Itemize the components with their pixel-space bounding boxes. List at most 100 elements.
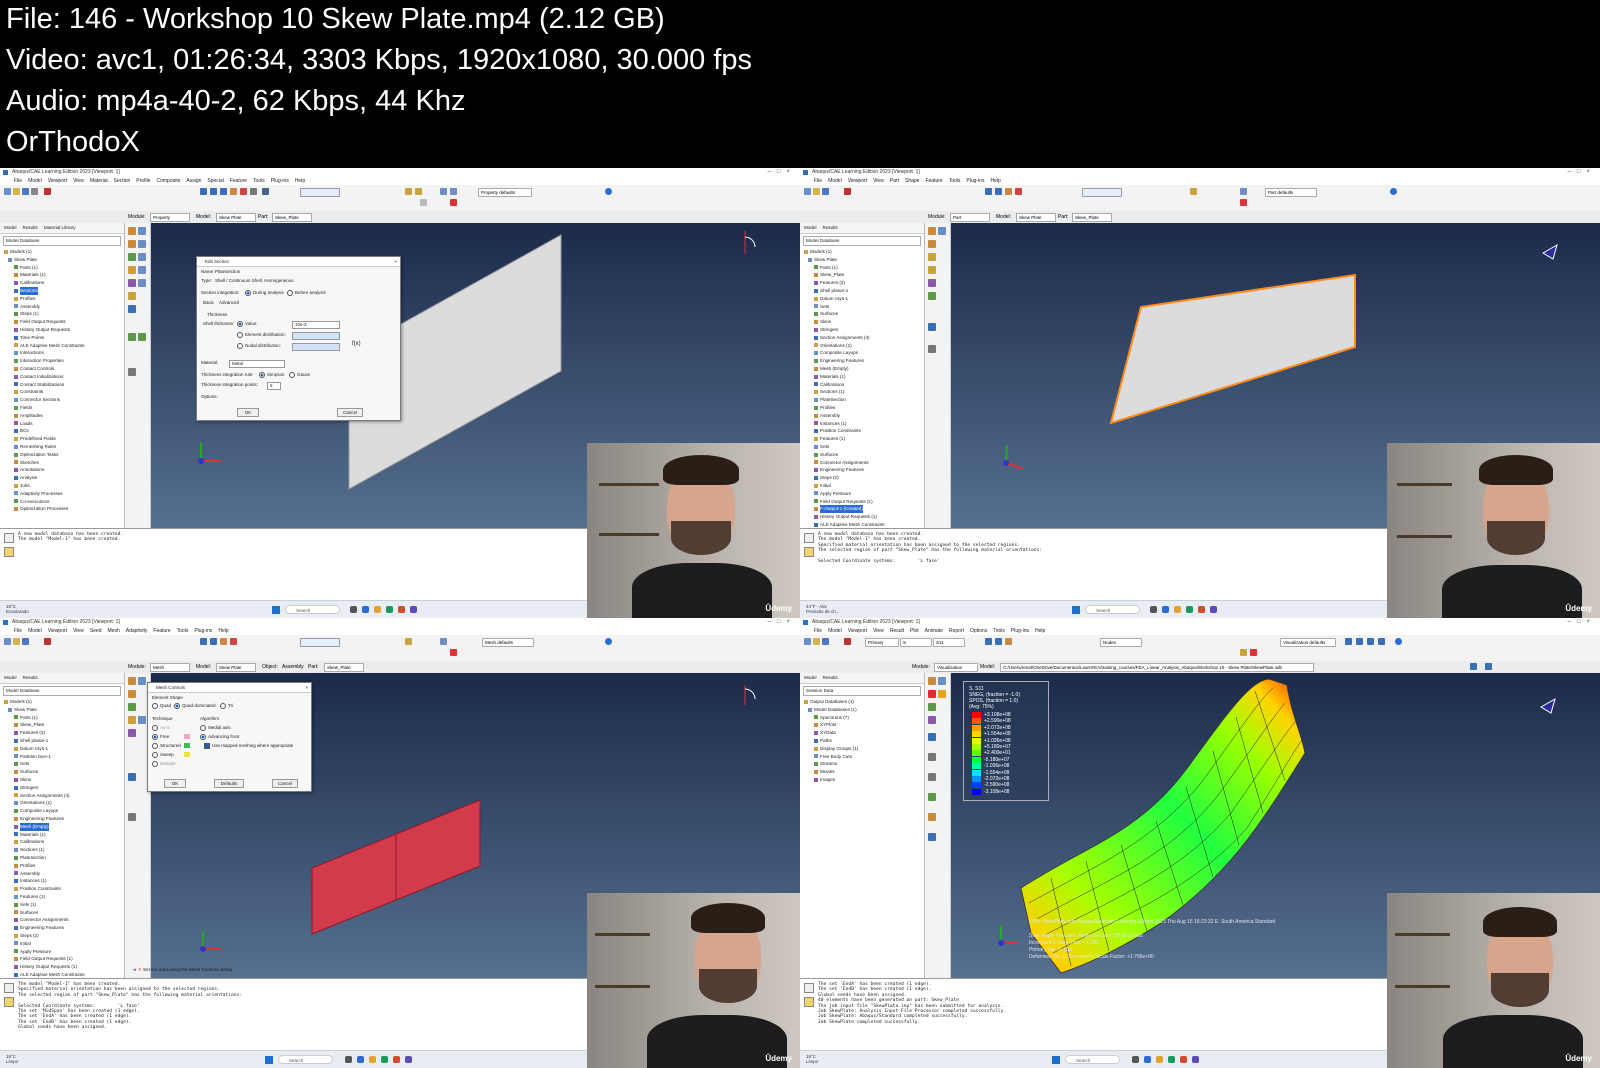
datum-icon[interactable] bbox=[1240, 199, 1247, 206]
menu-plugins[interactable]: Plug-ins bbox=[194, 628, 212, 634]
tree-item[interactable]: Jobs bbox=[0, 482, 124, 490]
tree-item[interactable]: Steps (2) bbox=[800, 474, 924, 482]
render-wireframe-icon[interactable] bbox=[1190, 188, 1197, 195]
datum-icon[interactable] bbox=[928, 345, 936, 353]
shape-quad-radio[interactable]: Quad bbox=[152, 703, 171, 709]
tree-item[interactable]: Skew_Plate bbox=[800, 271, 924, 279]
rotate-icon[interactable] bbox=[210, 638, 217, 645]
datum-icon[interactable] bbox=[1250, 649, 1257, 656]
tree-item[interactable]: Assembly bbox=[0, 870, 124, 878]
tree-item[interactable]: BCs bbox=[0, 427, 124, 435]
menu-result[interactable]: Result bbox=[890, 628, 904, 634]
menu-view[interactable]: View bbox=[873, 628, 884, 634]
menu-options[interactable]: Options bbox=[970, 628, 987, 634]
zoom-box-icon[interactable] bbox=[1005, 188, 1012, 195]
model-select[interactable]: Skew Plate bbox=[1016, 213, 1056, 222]
view-iso-icon[interactable] bbox=[450, 188, 457, 195]
menu-special[interactable]: Special bbox=[207, 178, 223, 184]
menu-view[interactable]: View bbox=[73, 178, 84, 184]
dialog-close-icon[interactable]: × bbox=[305, 683, 308, 692]
verify-mesh-icon[interactable] bbox=[128, 729, 136, 737]
view-front-icon[interactable] bbox=[440, 188, 447, 195]
tree-item[interactable]: Predefined Fields bbox=[0, 435, 124, 443]
weather-widget[interactable]: 44°F - Ativ Previsão de ch... bbox=[806, 604, 840, 614]
windows-start-icon[interactable] bbox=[1052, 1056, 1060, 1064]
nodal-distribution-select[interactable] bbox=[292, 343, 340, 351]
browser-icon[interactable] bbox=[1162, 606, 1169, 613]
thickness-value-radio[interactable]: Value: bbox=[237, 321, 257, 327]
app-icon[interactable] bbox=[1198, 606, 1205, 613]
taskbar-search[interactable]: Search bbox=[1085, 605, 1140, 614]
view-compass-icon[interactable] bbox=[744, 231, 756, 253]
create-cut-icon[interactable] bbox=[928, 279, 936, 287]
select-arrow-icon[interactable] bbox=[262, 188, 269, 195]
tree-item[interactable]: Co-executions bbox=[0, 498, 124, 506]
tech-as-is-radio[interactable]: As is bbox=[152, 725, 170, 731]
tab-model[interactable]: Model bbox=[4, 675, 17, 680]
new-file-icon[interactable] bbox=[804, 638, 811, 645]
tree-item[interactable]: Stringers bbox=[800, 326, 924, 334]
tree-item[interactable]: Calibrations bbox=[800, 381, 924, 389]
app-icon[interactable] bbox=[1180, 1056, 1187, 1063]
query-icon[interactable] bbox=[844, 188, 851, 195]
field-output-variable-combo[interactable]: S bbox=[900, 638, 932, 647]
tree-item[interactable]: Field Output Requests bbox=[0, 318, 124, 326]
tree-item[interactable]: Models (1) bbox=[0, 248, 124, 256]
rule-gauss-radio[interactable]: Gauss bbox=[289, 372, 310, 378]
weather-widget[interactable]: 18°C Ensolarado bbox=[6, 604, 29, 614]
tree-item[interactable]: Datum csys-1 bbox=[800, 295, 924, 303]
tree-item[interactable]: Sets (1) bbox=[0, 901, 124, 909]
tree-item[interactable]: Composite Layups bbox=[800, 349, 924, 357]
python-shell-icon[interactable] bbox=[4, 997, 14, 1007]
menu-file[interactable]: File bbox=[14, 628, 22, 634]
tree-item[interactable]: Field Output Requests (1) bbox=[0, 955, 124, 963]
create-path-icon[interactable] bbox=[928, 793, 936, 801]
view-compass-icon[interactable] bbox=[1540, 697, 1556, 714]
partition-icon[interactable] bbox=[128, 773, 136, 781]
tree-item[interactable]: Features (1) bbox=[800, 435, 924, 443]
element-distribution-select[interactable] bbox=[292, 332, 340, 340]
tree-item[interactable]: Orientations (1) bbox=[0, 799, 124, 807]
zoom-box-icon[interactable] bbox=[230, 188, 237, 195]
assignment-manager-icon[interactable] bbox=[138, 253, 146, 261]
tree-item[interactable]: Spectrums (7) bbox=[800, 714, 924, 722]
create-shell-icon[interactable] bbox=[928, 253, 936, 261]
window-controls[interactable]: –□× bbox=[1568, 618, 1596, 627]
tree-item[interactable]: History Output Requests (1) bbox=[800, 513, 924, 521]
tree-item[interactable]: Features (3) bbox=[0, 729, 124, 737]
animation-first-icon[interactable] bbox=[1345, 638, 1352, 645]
tree-item[interactable]: Section Assignments (4) bbox=[800, 334, 924, 342]
selection-filter-combo[interactable] bbox=[300, 188, 340, 197]
tree-item[interactable]: Constraints bbox=[0, 388, 124, 396]
cancel-button[interactable]: Cancel bbox=[272, 779, 298, 788]
windows-start-icon[interactable] bbox=[272, 606, 280, 614]
tech-multiple-radio[interactable]: Multiple bbox=[152, 761, 176, 767]
tree-item[interactable]: Contact Initializations bbox=[0, 373, 124, 381]
model-select[interactable]: Skew Plate bbox=[216, 213, 256, 222]
query-icon[interactable] bbox=[44, 638, 51, 645]
pan-icon[interactable] bbox=[985, 188, 992, 195]
menu-shape[interactable]: Shape bbox=[905, 178, 919, 184]
save-icon[interactable] bbox=[22, 188, 29, 195]
tree-item[interactable]: Sets bbox=[800, 303, 924, 311]
save-icon[interactable] bbox=[22, 638, 29, 645]
menu-plugins[interactable]: Plug-ins bbox=[966, 178, 984, 184]
tree-item[interactable]: Engineering Features bbox=[800, 357, 924, 365]
create-wire-icon[interactable] bbox=[928, 266, 936, 274]
deformed-skew-plate-contour[interactable] bbox=[1020, 678, 1306, 974]
tree-item[interactable]: Skew Plate bbox=[0, 706, 124, 714]
magnify-icon[interactable] bbox=[220, 188, 227, 195]
menu-model[interactable]: Model bbox=[828, 178, 842, 184]
menu-viewport[interactable]: Viewport bbox=[848, 178, 867, 184]
menu-mesh[interactable]: Mesh bbox=[108, 628, 120, 634]
partition-icon[interactable] bbox=[928, 323, 936, 331]
tech-structured-radio[interactable]: Structured bbox=[152, 743, 181, 749]
create-round-icon[interactable] bbox=[928, 292, 936, 300]
tree-item[interactable]: XYData bbox=[800, 729, 924, 737]
rotate-icon[interactable] bbox=[995, 188, 1002, 195]
tree-item[interactable]: Mesh (Empty) bbox=[800, 365, 924, 373]
tab-material-library[interactable]: Material Library bbox=[44, 225, 76, 230]
tree-item[interactable]: Sets bbox=[0, 760, 124, 768]
tree-item[interactable]: Sections (1) bbox=[800, 388, 924, 396]
tree-item[interactable]: Engineering Features bbox=[800, 466, 924, 474]
